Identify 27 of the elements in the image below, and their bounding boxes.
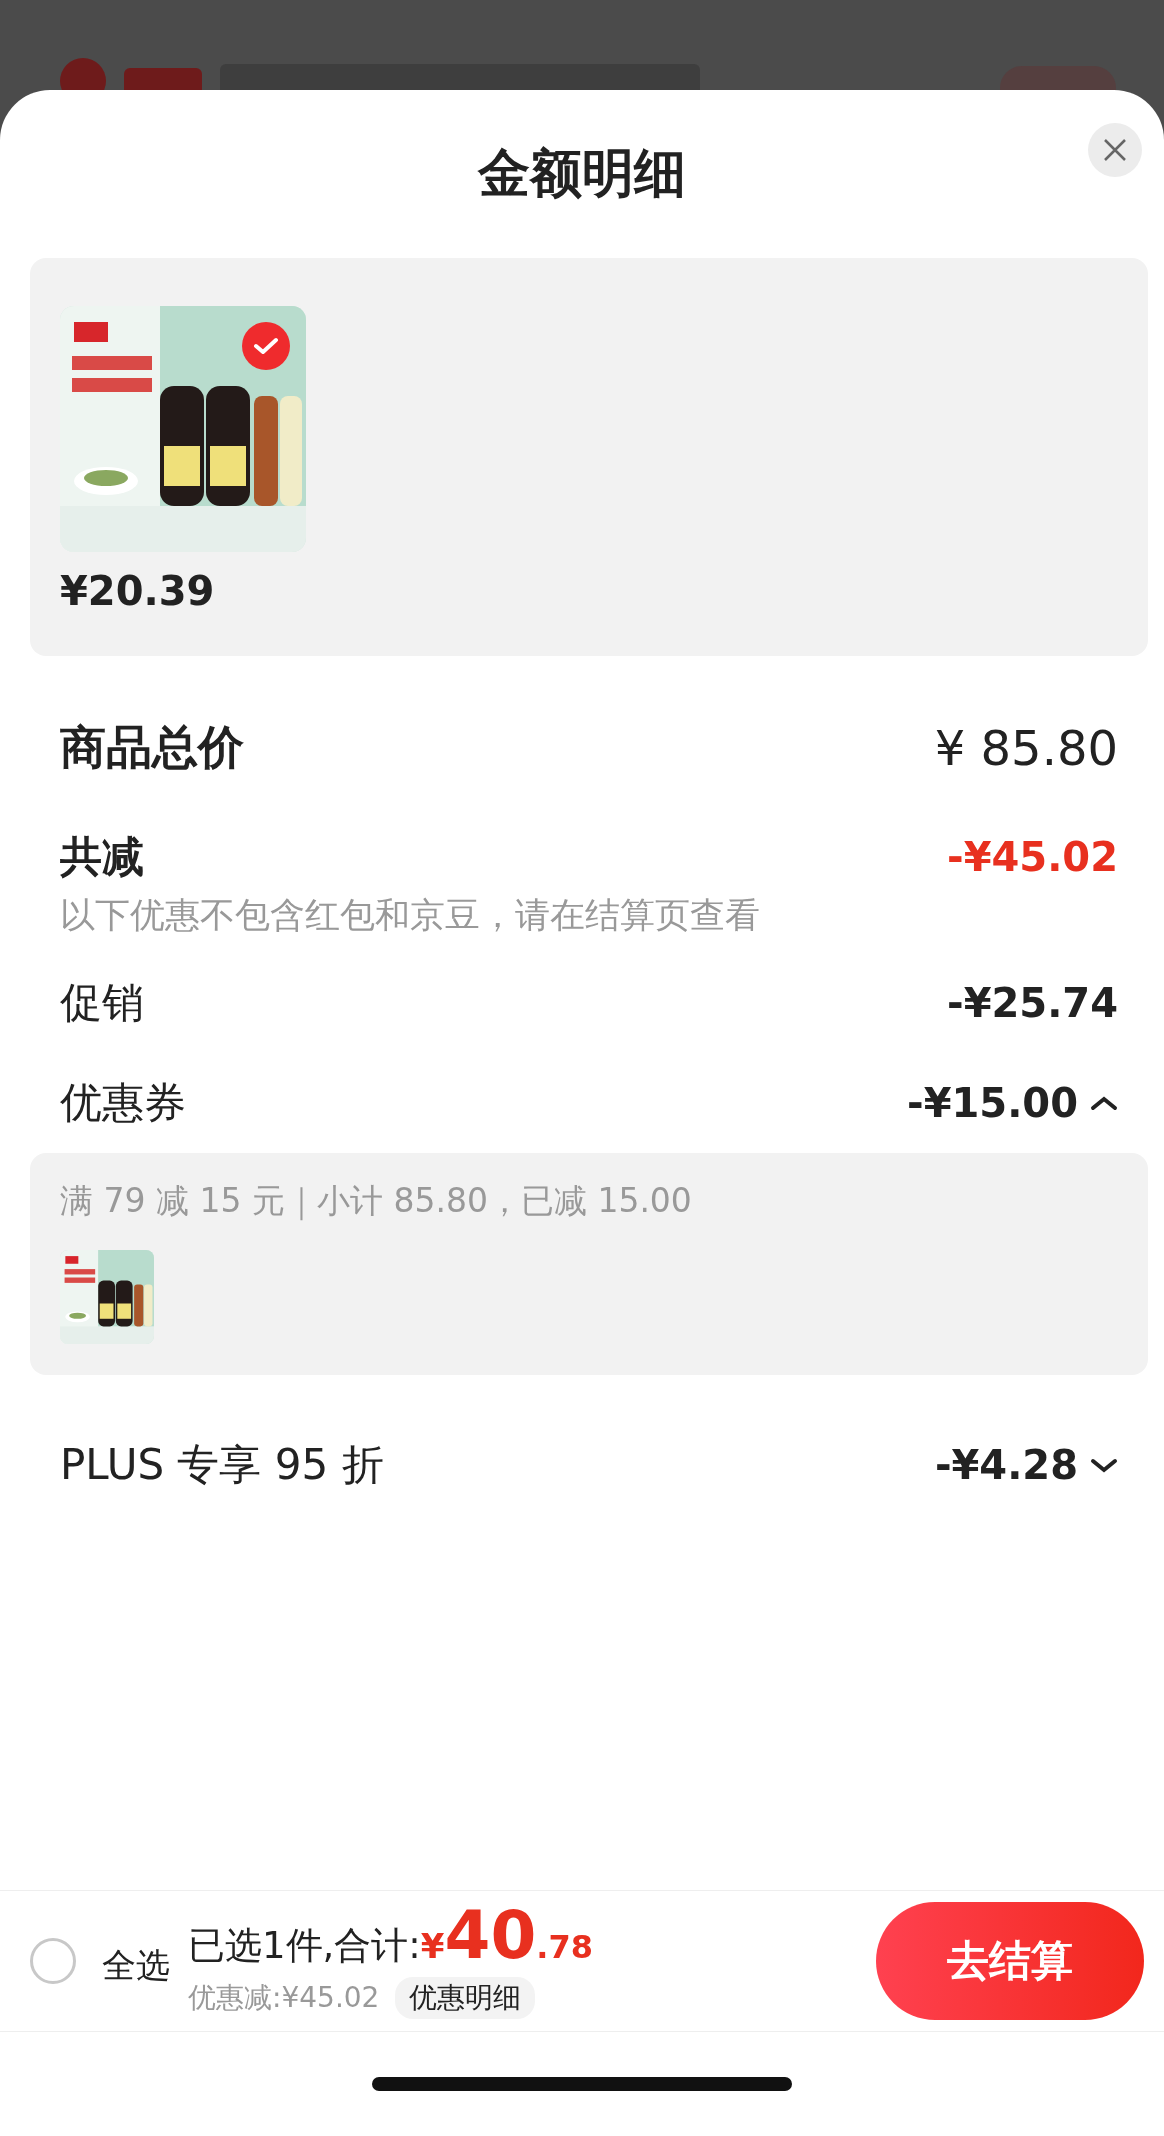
close-icon bbox=[1103, 138, 1127, 162]
discount-note: 以下优惠不包含红包和京豆，请在结算页查看 bbox=[60, 894, 761, 937]
summary-value: ¥ 85.80 bbox=[934, 720, 1118, 776]
selected-count: 已选1件,合计: bbox=[188, 1923, 421, 1969]
summary-label: 商品总价 bbox=[60, 719, 244, 776]
discount-detail-button[interactable]: 优惠明细 bbox=[395, 1977, 536, 2019]
summary-value: -¥4.28 bbox=[934, 1442, 1078, 1488]
close-button[interactable] bbox=[1088, 123, 1142, 177]
total-currency: ¥ bbox=[420, 1926, 445, 1966]
summary-value: -¥45.02 bbox=[947, 834, 1118, 880]
select-all-radio[interactable] bbox=[30, 1938, 76, 1984]
coupon-detail-text: 满 79 减 15 元｜小计 85.80，已减 15.00 bbox=[60, 1180, 693, 1223]
sheet-title: 金额明细 bbox=[478, 142, 686, 205]
select-all-label[interactable]: 全选 bbox=[102, 1933, 170, 1989]
summary-value: -¥15.00 bbox=[907, 1080, 1078, 1126]
summary-label: 优惠券 bbox=[60, 1077, 186, 1129]
checkout-button[interactable]: 去结算 bbox=[876, 1902, 1144, 2020]
total-amount: 40 bbox=[444, 1903, 537, 1969]
summary-value: -¥25.74 bbox=[947, 980, 1118, 1026]
chevron-down-icon[interactable] bbox=[1090, 1457, 1118, 1473]
summary-label: PLUS 专享 95 折 bbox=[60, 1439, 384, 1491]
discount-total: 优惠减:¥45.02 bbox=[188, 1980, 380, 2016]
chevron-up-icon[interactable] bbox=[1090, 1095, 1118, 1111]
total-decimals: .78 bbox=[536, 1928, 593, 1966]
product-price: ¥20.39 bbox=[60, 568, 216, 614]
summary-label: 促销 bbox=[60, 977, 144, 1029]
summary-label: 共减 bbox=[60, 831, 144, 883]
